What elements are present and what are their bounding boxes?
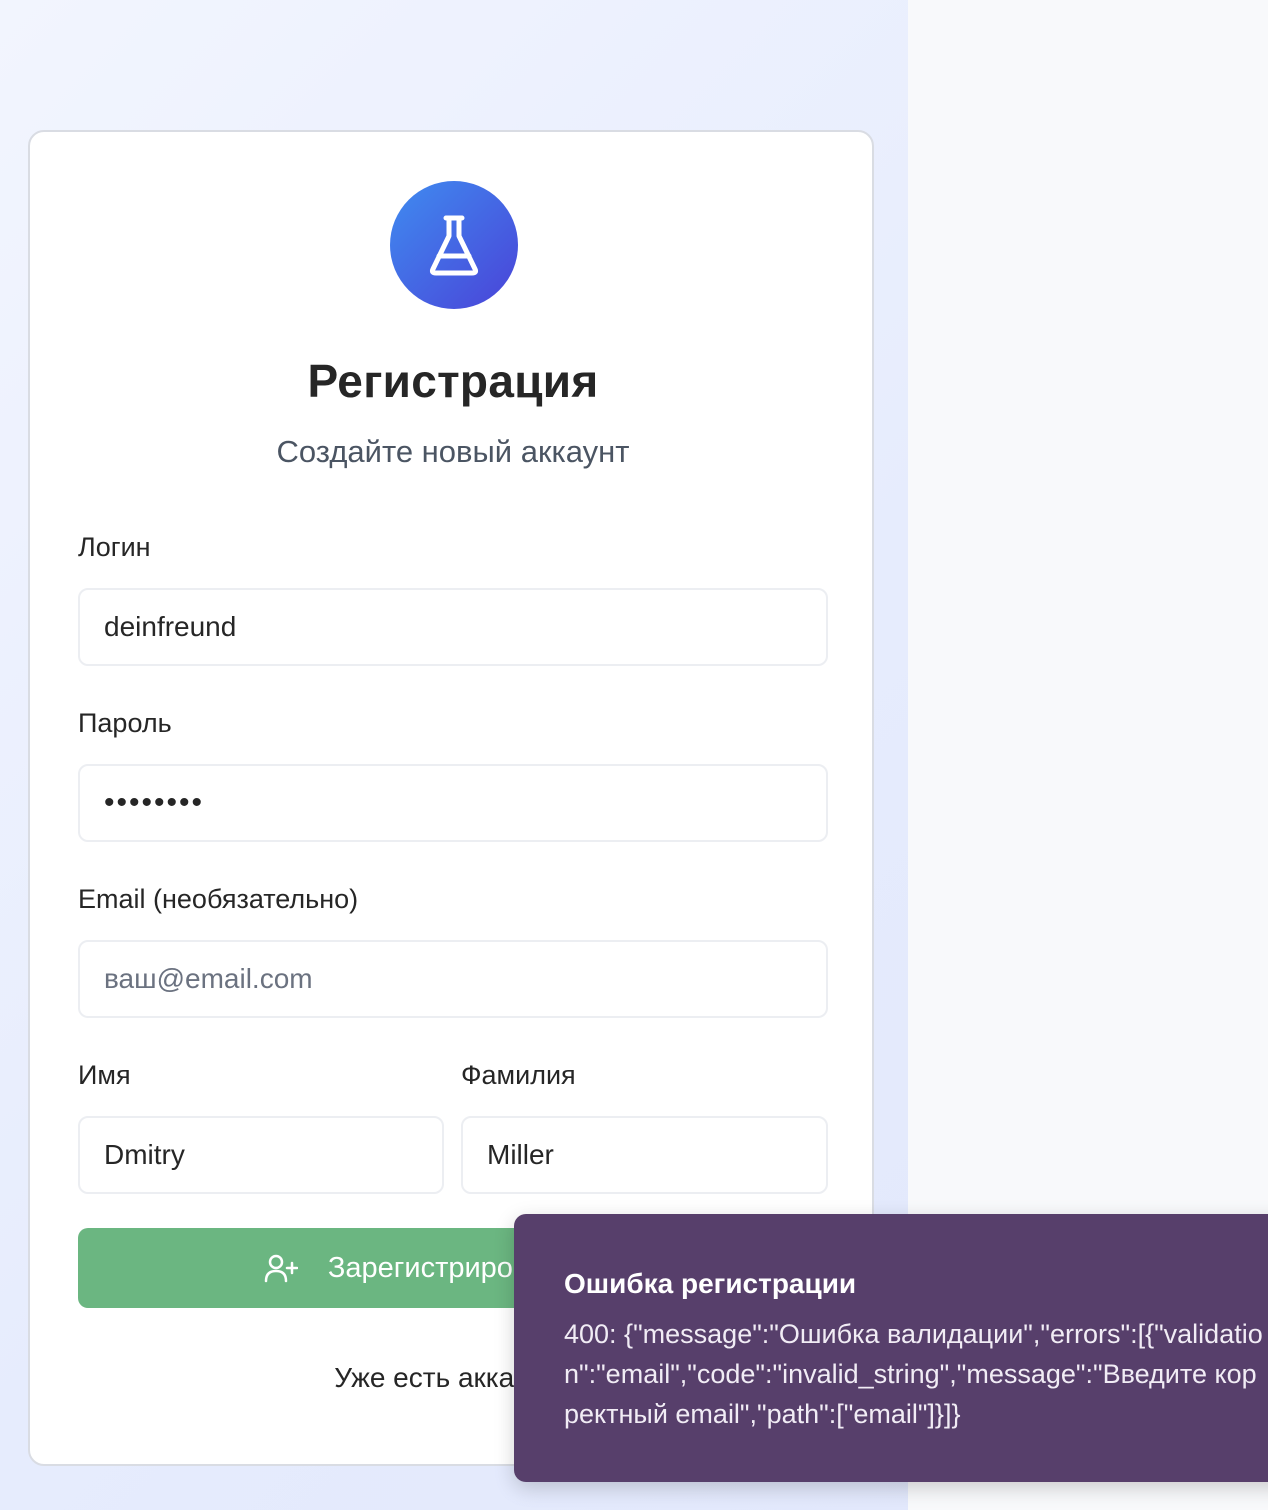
email-input[interactable] <box>78 940 828 1018</box>
flask-icon <box>429 215 479 276</box>
login-input[interactable] <box>78 588 828 666</box>
error-toast[interactable]: Ошибка регистрации 400: {"message":"Ошиб… <box>514 1214 1268 1482</box>
toast-message: 400: {"message":"Ошибка валидации","erro… <box>564 1319 1263 1429</box>
first-name-input[interactable] <box>78 1116 444 1194</box>
page-subtitle: Создайте новый аккаунт <box>276 434 630 469</box>
first-name-label: Имя <box>78 1060 131 1090</box>
logo <box>390 181 518 309</box>
last-name-input[interactable] <box>461 1116 828 1194</box>
user-plus-icon <box>264 1254 298 1283</box>
login-label: Логин <box>78 532 151 562</box>
email-label: Email (необязательно) <box>78 884 359 914</box>
password-input[interactable]: •••••••• <box>78 764 828 842</box>
last-name-label: Фамилия <box>461 1060 576 1090</box>
toast-title: Ошибка регистрации <box>564 1268 857 1299</box>
password-masked-value: •••••••• <box>104 786 205 819</box>
page-title: Регистрация <box>307 355 599 407</box>
page: Регистрация Создайте новый аккаунт Логин… <box>0 0 1268 1510</box>
password-label: Пароль <box>78 708 172 738</box>
